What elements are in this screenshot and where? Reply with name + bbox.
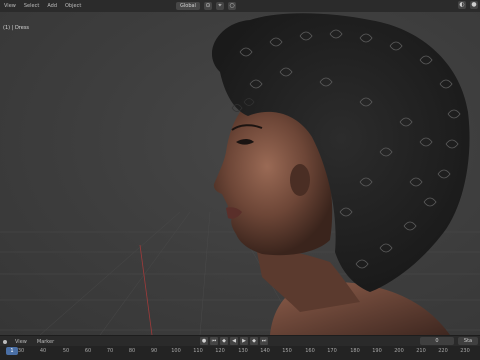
ruler-tick: 220 [438, 348, 448, 354]
current-frame-indicator[interactable]: 1 [6, 347, 18, 355]
ruler-tick: 60 [84, 348, 92, 354]
ruler-tick: 150 [282, 348, 292, 354]
editor-type-icon[interactable] [3, 339, 7, 344]
ruler-tick: 230 [460, 348, 470, 354]
menu-object[interactable]: Object [65, 3, 81, 9]
play-icon[interactable]: ▶ [240, 337, 248, 345]
ruler-tick: 110 [193, 348, 203, 354]
shading-icon[interactable]: ● [470, 1, 478, 9]
jump-start-icon[interactable]: ⏮ [210, 337, 218, 345]
ruler-tick: 100 [171, 348, 181, 354]
record-icon[interactable]: ● [200, 337, 208, 345]
ruler-tick: 190 [372, 348, 382, 354]
start-frame-field[interactable]: 0 [420, 337, 454, 345]
ruler-tick: 180 [350, 348, 360, 354]
snap-icon[interactable]: ⌖ [215, 1, 224, 10]
ruler-tick: 170 [327, 348, 337, 354]
ruler-tick: 210 [416, 348, 426, 354]
end-frame-field[interactable]: Sta [458, 337, 478, 345]
transform-options: Global ⊙ ⌖ ○ [176, 1, 236, 10]
ruler-tick: 40 [39, 348, 47, 354]
header-menu: View Select Add Object [0, 0, 85, 12]
ruler-tick: 120 [215, 348, 225, 354]
viewport-grid [0, 13, 480, 335]
menu-add[interactable]: Add [47, 3, 57, 9]
ruler-tick: 160 [305, 348, 315, 354]
ruler-tick: 30 [17, 348, 25, 354]
prev-keyframe-icon[interactable]: ◆ [220, 337, 228, 345]
header-right-icons: ◐ ● [458, 1, 478, 9]
jump-end-icon[interactable]: ⏭ [260, 337, 268, 345]
playback-controls: ● ⏮ ◆ ◀ ▶ ◆ ⏭ [200, 337, 268, 345]
menu-view[interactable]: View [4, 3, 16, 9]
ruler-tick: 130 [238, 348, 248, 354]
ruler-tick: 70 [106, 348, 114, 354]
timeline-menu-marker[interactable]: Marker [37, 339, 54, 345]
ruler-tick: 140 [260, 348, 270, 354]
next-keyframe-icon[interactable]: ◆ [250, 337, 258, 345]
orientation-dropdown[interactable]: Global [176, 1, 200, 10]
ruler-tick: 200 [394, 348, 404, 354]
object-label: (1) | Dress [3, 25, 29, 31]
ruler-tick: 80 [128, 348, 136, 354]
blender-window: View Select Add Object Global ⊙ ⌖ ○ ◐ ● [0, 0, 480, 360]
overlay-icon[interactable]: ◐ [458, 1, 466, 9]
object-name-text: (1) | Dress [3, 25, 30, 31]
timeline-menu-view[interactable]: View [15, 339, 27, 345]
pivot-icon[interactable]: ⊙ [203, 1, 212, 10]
ear [290, 164, 310, 196]
proportional-icon[interactable]: ○ [227, 1, 236, 10]
play-reverse-icon[interactable]: ◀ [230, 337, 238, 345]
timeline-ruler[interactable]: 1 30 40 50 60 70 80 90 100 110 120 130 1… [0, 346, 480, 360]
ruler-tick: 90 [150, 348, 158, 354]
ruler-tick: 50 [62, 348, 70, 354]
3d-viewport[interactable]: (1) | Dress [0, 12, 480, 335]
x-axis-line [139, 244, 153, 335]
menu-select[interactable]: Select [24, 3, 39, 9]
